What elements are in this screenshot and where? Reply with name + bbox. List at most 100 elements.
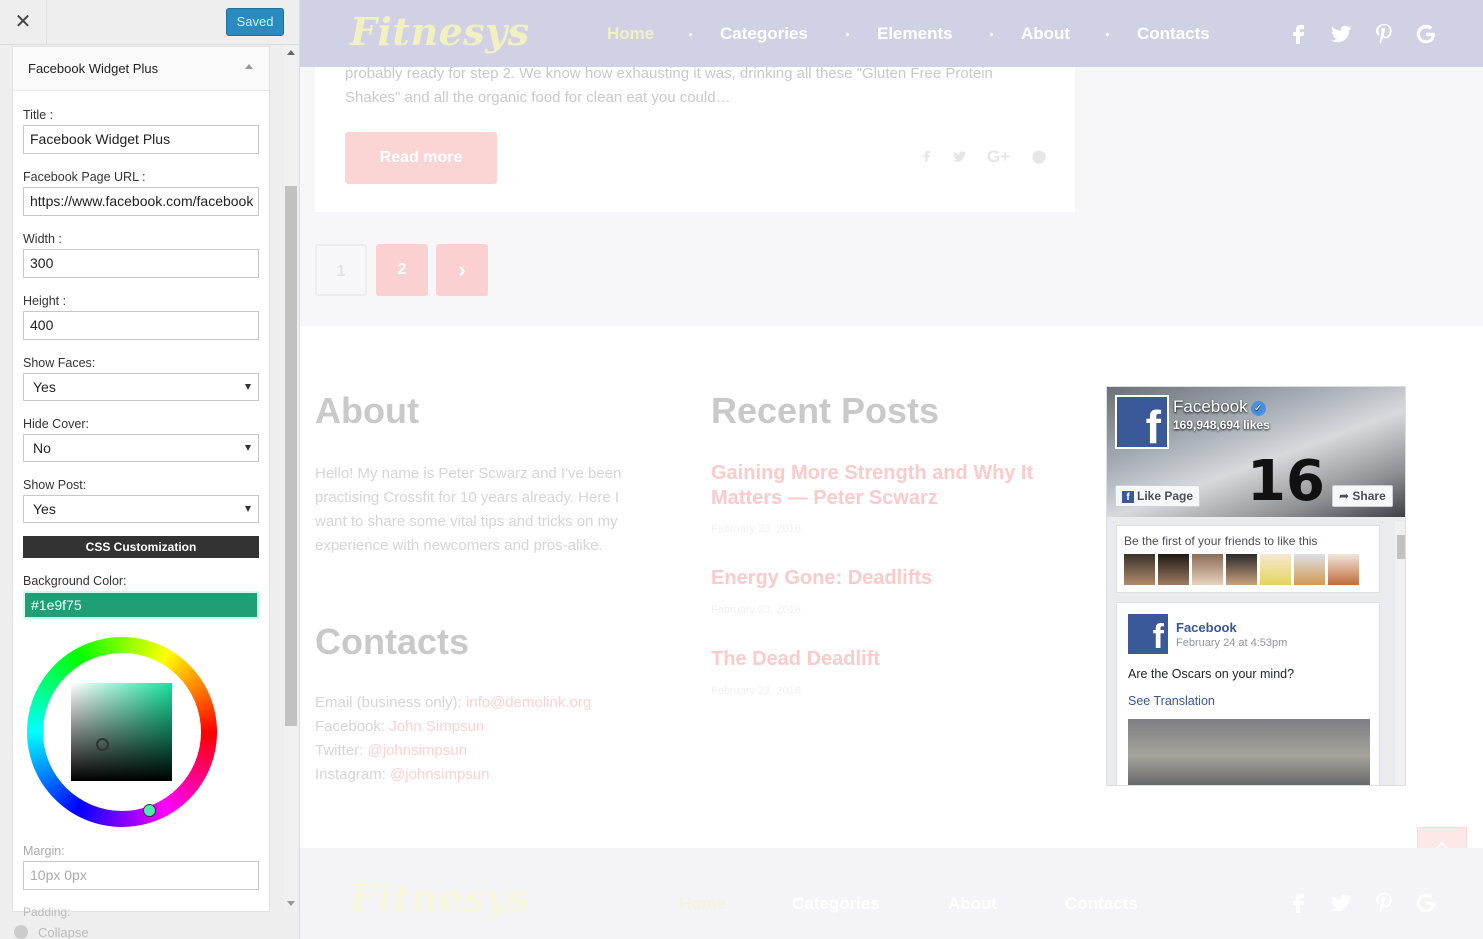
share-arrow-icon: ➦	[1339, 489, 1353, 503]
footer-logo[interactable]: Fitnesys	[350, 875, 530, 920]
facebook-icon[interactable]	[1287, 22, 1311, 46]
friend-avatar[interactable]	[1158, 554, 1189, 585]
verified-badge-icon: ✓	[1250, 401, 1266, 416]
title-input[interactable]: Facebook Widget Plus	[23, 125, 259, 154]
footer-google-icon[interactable]	[1414, 891, 1438, 915]
height-label: Height :	[23, 294, 67, 308]
footer-nav-categories[interactable]: Categories	[792, 894, 880, 914]
show-faces-select[interactable]: Yes	[23, 373, 259, 401]
friend-avatar[interactable]	[1124, 554, 1155, 585]
share-twitter-icon[interactable]	[951, 149, 968, 164]
contact-twitter: Twitter: @johnsimpsun	[315, 742, 467, 759]
show-faces-value: Yes	[33, 379, 56, 395]
width-label: Width :	[23, 232, 62, 246]
facebook-post: f Facebook February 24 at 4:53pm Are the…	[1116, 602, 1380, 785]
margin-field: Margin: 10px 0px	[23, 844, 259, 890]
share-button[interactable]: ➦ Share	[1332, 485, 1393, 507]
height-input[interactable]: 400	[23, 311, 259, 340]
width-field: Width : 300	[23, 232, 259, 278]
recent-post-link[interactable]: The Dead Deadlift	[711, 647, 1051, 672]
sidebar-header: ✕ Saved	[0, 0, 299, 45]
widget-scrollbar[interactable]	[1395, 521, 1405, 785]
contacts-heading: Contacts	[315, 621, 470, 662]
footer-nav-about[interactable]: About	[948, 894, 997, 914]
saturation-handle[interactable]	[96, 738, 109, 751]
widget-header[interactable]: Facebook Widget Plus	[13, 47, 269, 91]
post-author-name[interactable]: Facebook	[1176, 620, 1237, 635]
scroll-down-icon[interactable]	[287, 901, 295, 906]
nav-separator	[689, 33, 692, 36]
like-page-label: Like Page	[1137, 489, 1194, 503]
friend-avatar[interactable]	[1226, 554, 1257, 585]
friends-box: Be the first of your friends to like thi…	[1116, 525, 1380, 593]
friend-avatar[interactable]	[1328, 554, 1359, 585]
recent-post-date: February 23, 2016	[711, 523, 801, 535]
site-logo[interactable]: Fitnesys	[350, 9, 530, 54]
nav-home[interactable]: Home	[607, 24, 654, 44]
footer-facebook-icon[interactable]	[1287, 891, 1311, 915]
footer-pinterest-icon[interactable]	[1372, 891, 1396, 915]
hide-cover-value: No	[33, 440, 51, 456]
share-pinterest-icon[interactable]	[1031, 149, 1047, 165]
contact-link[interactable]: John Simpsun	[389, 718, 484, 735]
footer-twitter-icon[interactable]	[1329, 891, 1353, 915]
sidebar-scroll-thumb[interactable]	[285, 186, 297, 726]
collapse-button[interactable]: Collapse	[14, 925, 89, 939]
contact-link[interactable]: info@demolink.org	[466, 694, 591, 711]
contact-link[interactable]: @johnsimpsun	[368, 742, 467, 759]
recent-post-date: February 23, 2016	[711, 604, 801, 616]
nav-contacts[interactable]: Contacts	[1137, 24, 1210, 44]
scroll-up-icon[interactable]	[287, 50, 295, 55]
collapse-label: Collapse	[38, 925, 89, 939]
nav-categories[interactable]: Categories	[720, 24, 808, 44]
recent-post-link[interactable]: Energy Gone: Deadlifts	[711, 566, 1051, 591]
bg-color-field: Background Color: #1e9f75	[23, 574, 259, 619]
pinterest-icon[interactable]	[1372, 22, 1396, 46]
friend-avatar[interactable]	[1260, 554, 1291, 585]
read-more-button[interactable]: Read more	[345, 132, 497, 184]
saved-button[interactable]: Saved	[226, 8, 284, 36]
friend-avatar[interactable]	[1192, 554, 1223, 585]
show-faces-field: Show Faces: Yes	[23, 356, 259, 401]
like-page-button[interactable]: f Like Page	[1115, 485, 1201, 507]
see-translation-link[interactable]: See Translation	[1128, 694, 1215, 708]
margin-input[interactable]: 10px 0px	[23, 861, 259, 890]
nav-about[interactable]: About	[1021, 24, 1070, 44]
site-header: Fitnesys Home Categories Elements About …	[300, 0, 1483, 67]
collapse-caret-icon[interactable]	[245, 64, 253, 69]
friend-avatar[interactable]	[1294, 554, 1325, 585]
nav-elements[interactable]: Elements	[877, 24, 953, 44]
google-icon[interactable]	[1414, 22, 1438, 46]
hide-cover-field: Hide Cover: No	[23, 417, 259, 462]
post-image[interactable]	[1128, 719, 1370, 785]
show-post-select[interactable]: Yes	[23, 495, 259, 523]
bg-color-input[interactable]: #1e9f75	[23, 591, 259, 619]
saturation-square[interactable]	[71, 683, 172, 781]
nav-separator	[846, 33, 849, 36]
nav-separator	[990, 33, 993, 36]
footer-nav-home[interactable]: Home	[679, 894, 726, 914]
page-1-button[interactable]: 1	[315, 244, 367, 296]
url-input[interactable]: https://www.facebook.com/facebook	[23, 187, 259, 216]
footer-nav-contacts[interactable]: Contacts	[1065, 894, 1138, 914]
hide-cover-select[interactable]: No	[23, 434, 259, 462]
share-facebook-icon[interactable]	[920, 148, 934, 164]
dropdown-arrow-icon	[245, 445, 251, 451]
facebook-page-name[interactable]: Facebook ✓	[1173, 397, 1266, 417]
page-2-button[interactable]: 2	[376, 244, 428, 296]
widget-scroll-thumb[interactable]	[1397, 535, 1405, 559]
post-author-avatar[interactable]: f	[1128, 614, 1168, 656]
share-googleplus-icon[interactable]: G+	[987, 147, 1010, 167]
twitter-icon[interactable]	[1329, 22, 1353, 46]
close-icon[interactable]: ✕	[0, 0, 47, 45]
post-text: Are the Oscars on your mind?	[1128, 667, 1295, 681]
recent-post-link[interactable]: Gaining More Strength and Why It Matters…	[711, 461, 1051, 511]
hue-handle[interactable]	[143, 804, 156, 817]
width-input[interactable]: 300	[23, 249, 259, 278]
next-page-button[interactable]: ›	[436, 244, 488, 296]
facebook-page-widget: 16 f Facebook ✓ 169,948,694 likes f Like P…	[1106, 386, 1406, 786]
contact-link[interactable]: @johnsimpsun	[390, 766, 489, 783]
post-date[interactable]: February 24 at 4:53pm	[1176, 637, 1287, 649]
facebook-page-logo[interactable]: f	[1115, 395, 1169, 453]
contact-label: Facebook:	[315, 718, 390, 735]
